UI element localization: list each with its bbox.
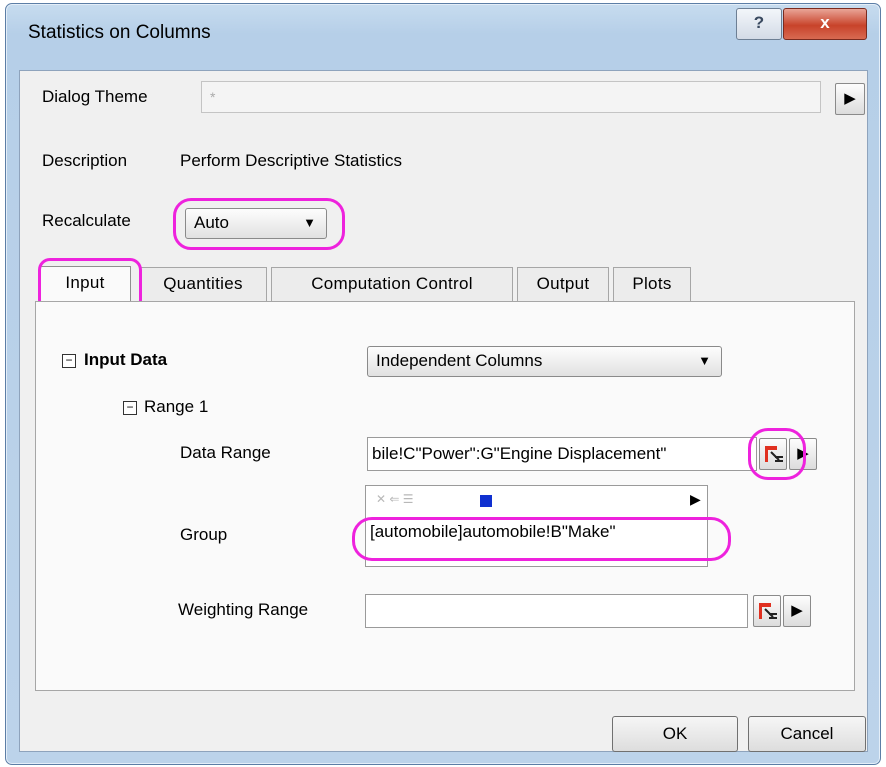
weighting-range-select-button[interactable] (753, 595, 781, 627)
dialog-theme-field[interactable]: * (201, 81, 821, 113)
recalculate-select[interactable]: Auto ▼ (185, 208, 327, 239)
ok-button-label: OK (662, 724, 688, 743)
weighting-range-label: Weighting Range (178, 600, 309, 619)
input-data-label: Input Data (84, 350, 168, 369)
dialog-theme-menu-button[interactable]: ▶ (835, 83, 865, 115)
help-icon: ? (753, 13, 765, 32)
chevron-down-icon: ▼ (303, 215, 316, 230)
data-range-value: bile!C"Power":G"Engine Displacement" (372, 444, 667, 463)
group-input-box[interactable]: ✕ ⇐ ☰ ▶ [automobile]automobile!B"Make" (365, 485, 708, 567)
data-range-label: Data Range (180, 443, 271, 462)
tab-computation-control-label: Computation Control (311, 274, 473, 293)
group-mini-toolbar: ✕ ⇐ ☰ ▶ (374, 491, 719, 510)
range-select-icon (765, 446, 783, 462)
triangle-right-icon[interactable]: ▶ (690, 491, 701, 508)
range-label: Range 1 (144, 397, 209, 416)
close-button[interactable]: x (783, 8, 867, 40)
group-label: Group (180, 525, 228, 544)
dialog-window: Statistics on Columns ? x Dialog Theme *… (5, 3, 881, 765)
toolbar-dim-icons: ✕ ⇐ ☰ (376, 492, 414, 506)
collapse-input-data-icon[interactable]: − (62, 354, 76, 368)
tab-quantities[interactable]: Quantities (139, 267, 267, 301)
input-data-mode-value: Independent Columns (376, 351, 543, 370)
blue-square-icon (480, 495, 492, 507)
tab-output-label: Output (536, 274, 590, 293)
description-value: Perform Descriptive Statistics (180, 151, 402, 170)
data-range-input[interactable]: bile!C"Power":G"Engine Displacement" (367, 437, 757, 471)
description-label: Description (42, 151, 128, 170)
tab-quantities-label: Quantities (163, 274, 243, 293)
data-range-menu-button[interactable]: ▶ (789, 438, 817, 470)
weighting-range-menu-button[interactable]: ▶ (783, 595, 811, 627)
data-range-select-button[interactable] (759, 438, 787, 470)
collapse-range-icon[interactable]: − (123, 401, 137, 415)
window-title: Statistics on Columns (28, 22, 211, 43)
cancel-button[interactable]: Cancel (748, 716, 866, 752)
triangle-right-icon: ▶ (844, 90, 856, 107)
range-select-icon (759, 603, 777, 619)
ok-button[interactable]: OK (612, 716, 738, 752)
tab-plots[interactable]: Plots (613, 267, 691, 301)
cancel-button-label: Cancel (780, 724, 834, 743)
dialog-theme-label: Dialog Theme (42, 87, 148, 106)
recalculate-label: Recalculate (42, 211, 131, 230)
tab-output[interactable]: Output (517, 267, 609, 301)
triangle-right-icon: ▶ (797, 445, 809, 462)
triangle-right-icon: ▶ (791, 602, 803, 619)
recalculate-value: Auto (194, 213, 229, 232)
help-button[interactable]: ? (736, 8, 782, 40)
weighting-range-input[interactable] (365, 594, 748, 628)
dialog-theme-value: * (210, 89, 216, 105)
input-data-mode-select[interactable]: Independent Columns ▼ (367, 346, 722, 377)
tab-computation-control[interactable]: Computation Control (271, 267, 513, 301)
tab-input-label: Input (65, 273, 105, 292)
dialog-client: Dialog Theme * ▶ Description Perform Des… (19, 70, 868, 752)
tab-input[interactable]: Input (39, 266, 131, 303)
tab-plots-label: Plots (632, 274, 672, 293)
group-value: [automobile]automobile!B"Make" (370, 522, 616, 541)
close-icon: x (820, 13, 830, 32)
title-bar[interactable]: Statistics on Columns ? x (6, 4, 880, 68)
chevron-down-icon: ▼ (698, 353, 711, 368)
